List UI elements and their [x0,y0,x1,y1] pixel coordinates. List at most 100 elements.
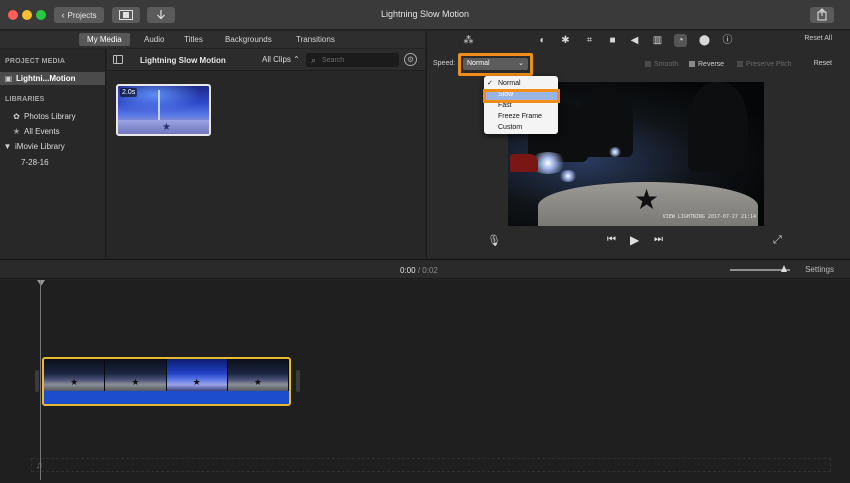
video-car [510,154,538,172]
film-icon: ▣ [4,74,13,83]
smooth-checkbox[interactable]: Smooth [645,61,678,68]
sidebar-item-event-7-28-16[interactable]: 7-28-16 [0,156,105,169]
clip-audio-waveform [44,391,289,404]
music-track[interactable] [31,458,831,472]
tab-my-media[interactable]: My Media [79,33,130,46]
clip-frame [105,359,167,391]
video-star-emblem: ★ [634,184,660,215]
slow-highlight-box [483,89,560,103]
play-icon[interactable]: ▶ [630,233,639,247]
star-icon: ✭ [13,127,20,136]
skip-forward-icon[interactable]: ⏭ [654,234,663,245]
sidebar-toggle-icon[interactable] [113,55,123,64]
timecode: 0:00 / 0:02 [400,266,438,275]
tab-titles[interactable]: Titles [176,33,211,46]
video-light-flare [558,170,578,182]
clip-filmstrip [44,359,289,391]
tab-backgrounds[interactable]: Backgrounds [217,33,280,46]
clip-trim-handle-left[interactable] [35,370,39,392]
smooth-label: Smooth [654,61,679,68]
clip-trim-handle-right[interactable] [296,370,300,392]
tab-audio[interactable]: Audio [136,33,172,46]
menu-item-label: Normal [498,80,521,87]
total-time: 0:02 [422,266,438,275]
timeline-clip[interactable] [42,357,291,406]
video-tree [578,87,633,157]
checkbox-icon [737,61,743,67]
skip-back-icon[interactable]: ⏮ [607,234,616,245]
chevron-down-icon: ⌄ [518,60,524,67]
speed-dropdown-menu: ✓ Normal Slow Fast Freeze Frame Custom [484,76,558,134]
video-timestamp: VIEW LIGHTNING 2017-07-27 21:14 [662,214,756,220]
sidebar-item-all-events[interactable]: ✭ All Events [0,125,105,138]
search-icon: ⌕ [311,55,317,65]
crop-icon[interactable]: ⌗ [583,34,596,47]
checkbox-icon [645,61,651,67]
preserve-pitch-checkbox[interactable]: Preserve Pitch [737,61,792,68]
search-input[interactable] [322,54,396,66]
browser-title: Lightning Slow Motion [140,56,226,65]
video-light-flare [608,147,622,157]
search-field[interactable]: ⌕ [306,53,399,67]
equalizer-icon[interactable]: ▥ [651,34,664,47]
clip-frame [227,359,289,391]
speed-select[interactable]: Normal ⌄ [463,58,528,70]
fullscreen-icon[interactable]: ⤢ [773,234,782,247]
playhead[interactable] [40,280,41,480]
libraries-sidebar: PROJECT MEDIA ▣ Lightni...Motion LIBRARIE… [0,49,106,258]
current-time: 0:00 [400,266,416,275]
stabilization-camera-icon[interactable]: ■ [606,34,619,47]
thumbnail-star: ★ [162,122,171,133]
color-palette-icon[interactable]: ✱ [559,34,572,47]
share-button[interactable] [810,7,834,23]
libraries-header: LIBRARIES [5,96,45,103]
clip-filter-dropdown[interactable]: All Clips ⌃ [262,55,300,64]
video-tree [688,82,748,172]
updown-caret-icon: ⌃ [293,55,300,64]
checkbox-icon [689,61,695,67]
menu-item-label: Fast [498,102,512,109]
timeline[interactable]: ♫ [0,280,850,483]
sidebar-item-label: All Events [24,127,60,136]
color-balance-icon[interactable]: ◐ [536,34,549,47]
menu-item-label: Freeze Frame [498,113,542,120]
microphone-icon[interactable]: 🎙 [487,234,501,247]
playhead-marker[interactable] [37,280,45,286]
menu-item-label: Custom [498,124,523,131]
tab-transitions[interactable]: Transitions [288,33,343,46]
media-tabs: My Media Audio Titles Backgrounds Transi… [0,31,425,48]
sidebar-item-label: Lightni...Motion [16,74,76,83]
viewer-panel: ⁂ ◐ ✱ ⌗ ■ ◀ ▥ ◔ ⬤ ⓘ Reset All Speed: Nor… [426,31,850,258]
sidebar-item-photos-library[interactable]: ✿ Photos Library [0,110,105,123]
sidebar-item-imovie-library[interactable]: ▼ iMovie Library [0,140,105,153]
info-icon[interactable]: ⓘ [721,34,734,47]
sidebar-item-project[interactable]: ▣ Lightni...Motion [0,72,105,85]
magic-wand-icon[interactable]: ⁂ [462,34,475,47]
reset-button[interactable]: Reset [814,60,832,67]
sidebar-item-label: iMovie Library [15,142,65,151]
speed-label: Speed: [433,60,456,67]
menu-item-freeze-frame[interactable]: Freeze Frame [484,111,558,122]
menu-item-normal[interactable]: ✓ Normal [484,78,558,89]
reset-all-button[interactable]: Reset All [804,35,832,42]
reverse-checkbox[interactable]: Reverse [689,61,724,68]
project-media-header: PROJECT MEDIA [5,58,66,65]
share-icon [817,8,827,21]
clip-frame [44,359,106,391]
window-title: Lightning Slow Motion [380,9,470,19]
zoom-slider-knob[interactable] [781,265,787,272]
gear-icon[interactable]: ⚙ [404,53,417,66]
speed-select-value: Normal [467,60,490,67]
preserve-pitch-label: Preserve Pitch [746,61,792,68]
speed-gauge-icon[interactable]: ◔ [674,34,687,47]
media-clip-thumbnail[interactable]: ★ 2.0s [116,84,211,136]
thumbnail-lightning [158,90,160,120]
clip-filter-icon[interactable]: ⬤ [698,34,711,47]
timeline-header: 0:00 / 0:02 Settings [0,259,850,279]
disclosure-triangle-icon[interactable]: ▼ [3,140,12,153]
sidebar-item-label: Photos Library [24,112,76,121]
timeline-settings-button[interactable]: Settings [805,265,834,274]
volume-icon[interactable]: ◀ [628,34,641,47]
clip-duration-badge: 2.0s [120,88,138,97]
menu-item-custom[interactable]: Custom [484,122,558,133]
